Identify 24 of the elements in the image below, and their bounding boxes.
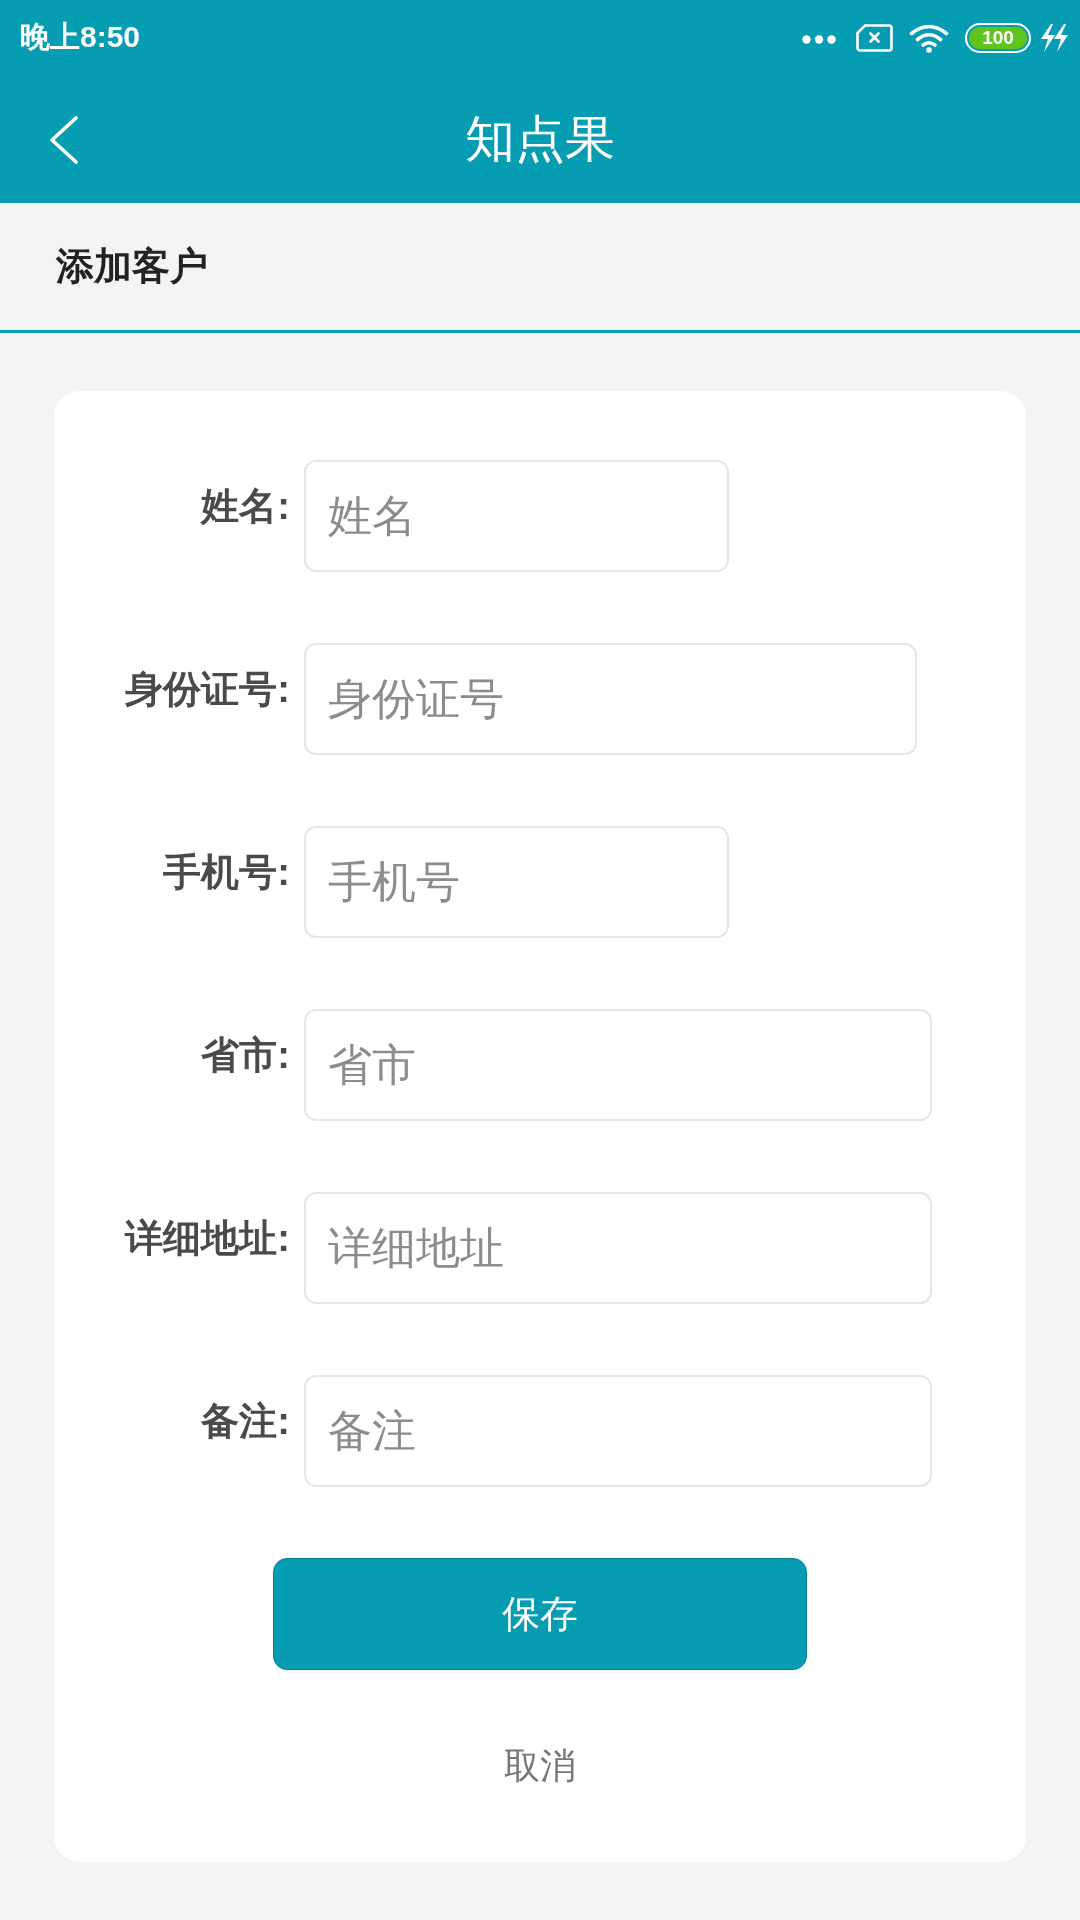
save-button[interactable]: 保存 [273, 1558, 807, 1670]
input-field[interactable]: 姓名 [304, 460, 729, 572]
more-dots-icon [802, 35, 836, 44]
input-field[interactable]: 省市 [304, 1009, 932, 1121]
section-title: 添加客户 [56, 244, 208, 289]
field-label: 备注: [200, 1398, 290, 1444]
field-label: 详细地址: [123, 1215, 290, 1261]
field-label: 手机号: [162, 849, 290, 895]
battery-indicator: 100 [965, 22, 1031, 53]
input-field[interactable]: 手机号 [304, 826, 729, 938]
wifi-icon [909, 22, 949, 53]
input-field[interactable]: 身份证号 [304, 643, 917, 755]
field-label: 身份证号: [124, 666, 290, 712]
status-time: 晚上8:50 [20, 19, 141, 55]
input-field[interactable]: 备注 [304, 1375, 932, 1487]
sim-card-icon [856, 23, 893, 52]
input-field[interactable]: 详细地址 [304, 1192, 932, 1304]
cancel-button[interactable]: 取消 [488, 1720, 592, 1812]
charging-bolt-icon [1038, 22, 1069, 53]
back-icon [48, 115, 79, 165]
field-label: 姓名: [199, 483, 290, 529]
field-label: 省市: [200, 1032, 290, 1078]
app-title: 知点果 [465, 110, 615, 169]
back-button[interactable] [48, 115, 79, 165]
